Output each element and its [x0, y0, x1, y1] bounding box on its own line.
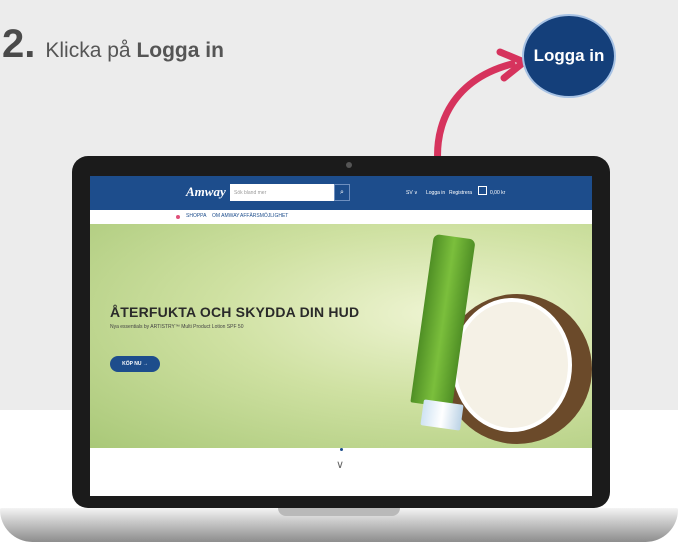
instruction-heading: 2 . Klicka på Logga in	[2, 22, 224, 67]
step-text-bold: Logga in	[136, 39, 224, 62]
step-number-dot: .	[24, 22, 36, 66]
search-input[interactable]: Sök bland mer	[230, 184, 334, 201]
cart-total[interactable]: 0,00 kr	[490, 190, 505, 196]
coconut-flesh-image	[452, 298, 572, 432]
logga-in-callout-button[interactable]: Logga in	[522, 14, 616, 98]
carousel-dot-active[interactable]	[340, 448, 343, 451]
step-text-prefix: Klicka på	[45, 39, 131, 62]
site-nav: SHOPPA OM AMWAY AFFÄRSMÖJLIGHET	[90, 210, 592, 224]
laptop-base-notch	[278, 508, 400, 516]
chevron-down-icon[interactable]: ∨	[336, 458, 344, 471]
carousel-indicators	[340, 438, 352, 456]
register-link[interactable]: Registrera	[449, 190, 472, 196]
laptop-camera	[346, 162, 352, 168]
step-number: 2	[2, 22, 25, 66]
language-selector[interactable]: SV ∨	[406, 190, 418, 196]
buy-now-button[interactable]: KÖP NU →	[110, 356, 160, 372]
nav-item-om-amway[interactable]: OM AMWAY	[212, 213, 240, 219]
nav-item-shoppa[interactable]: SHOPPA	[186, 213, 206, 219]
cart-icon[interactable]	[478, 186, 487, 195]
login-link[interactable]: Logga in	[426, 190, 445, 196]
hero-subline: Nya essentials by ARTISTRY™ Multi Produc…	[110, 324, 244, 330]
amway-logo[interactable]: Amway	[186, 184, 226, 200]
laptop-screen: Amway Sök bland mer ⌕ SV ∨ Logga in Regi…	[90, 176, 592, 496]
site-header: Amway Sök bland mer ⌕ SV ∨ Logga in Regi…	[90, 176, 592, 210]
nav-shop-icon	[176, 215, 180, 219]
carousel-dot[interactable]	[346, 448, 349, 451]
hero-headline: ÅTERFUKTA OCH SKYDDA DIN HUD	[110, 304, 360, 320]
step-instruction-text: Klicka på Logga in	[45, 39, 224, 63]
hero-banner[interactable]: ÅTERFUKTA OCH SKYDDA DIN HUD Nya essenti…	[90, 224, 592, 448]
nav-item-affarsmojlighet[interactable]: AFFÄRSMÖJLIGHET	[240, 213, 288, 219]
lotion-tube-cap-image	[420, 399, 464, 431]
search-icon[interactable]: ⌕	[334, 184, 350, 201]
